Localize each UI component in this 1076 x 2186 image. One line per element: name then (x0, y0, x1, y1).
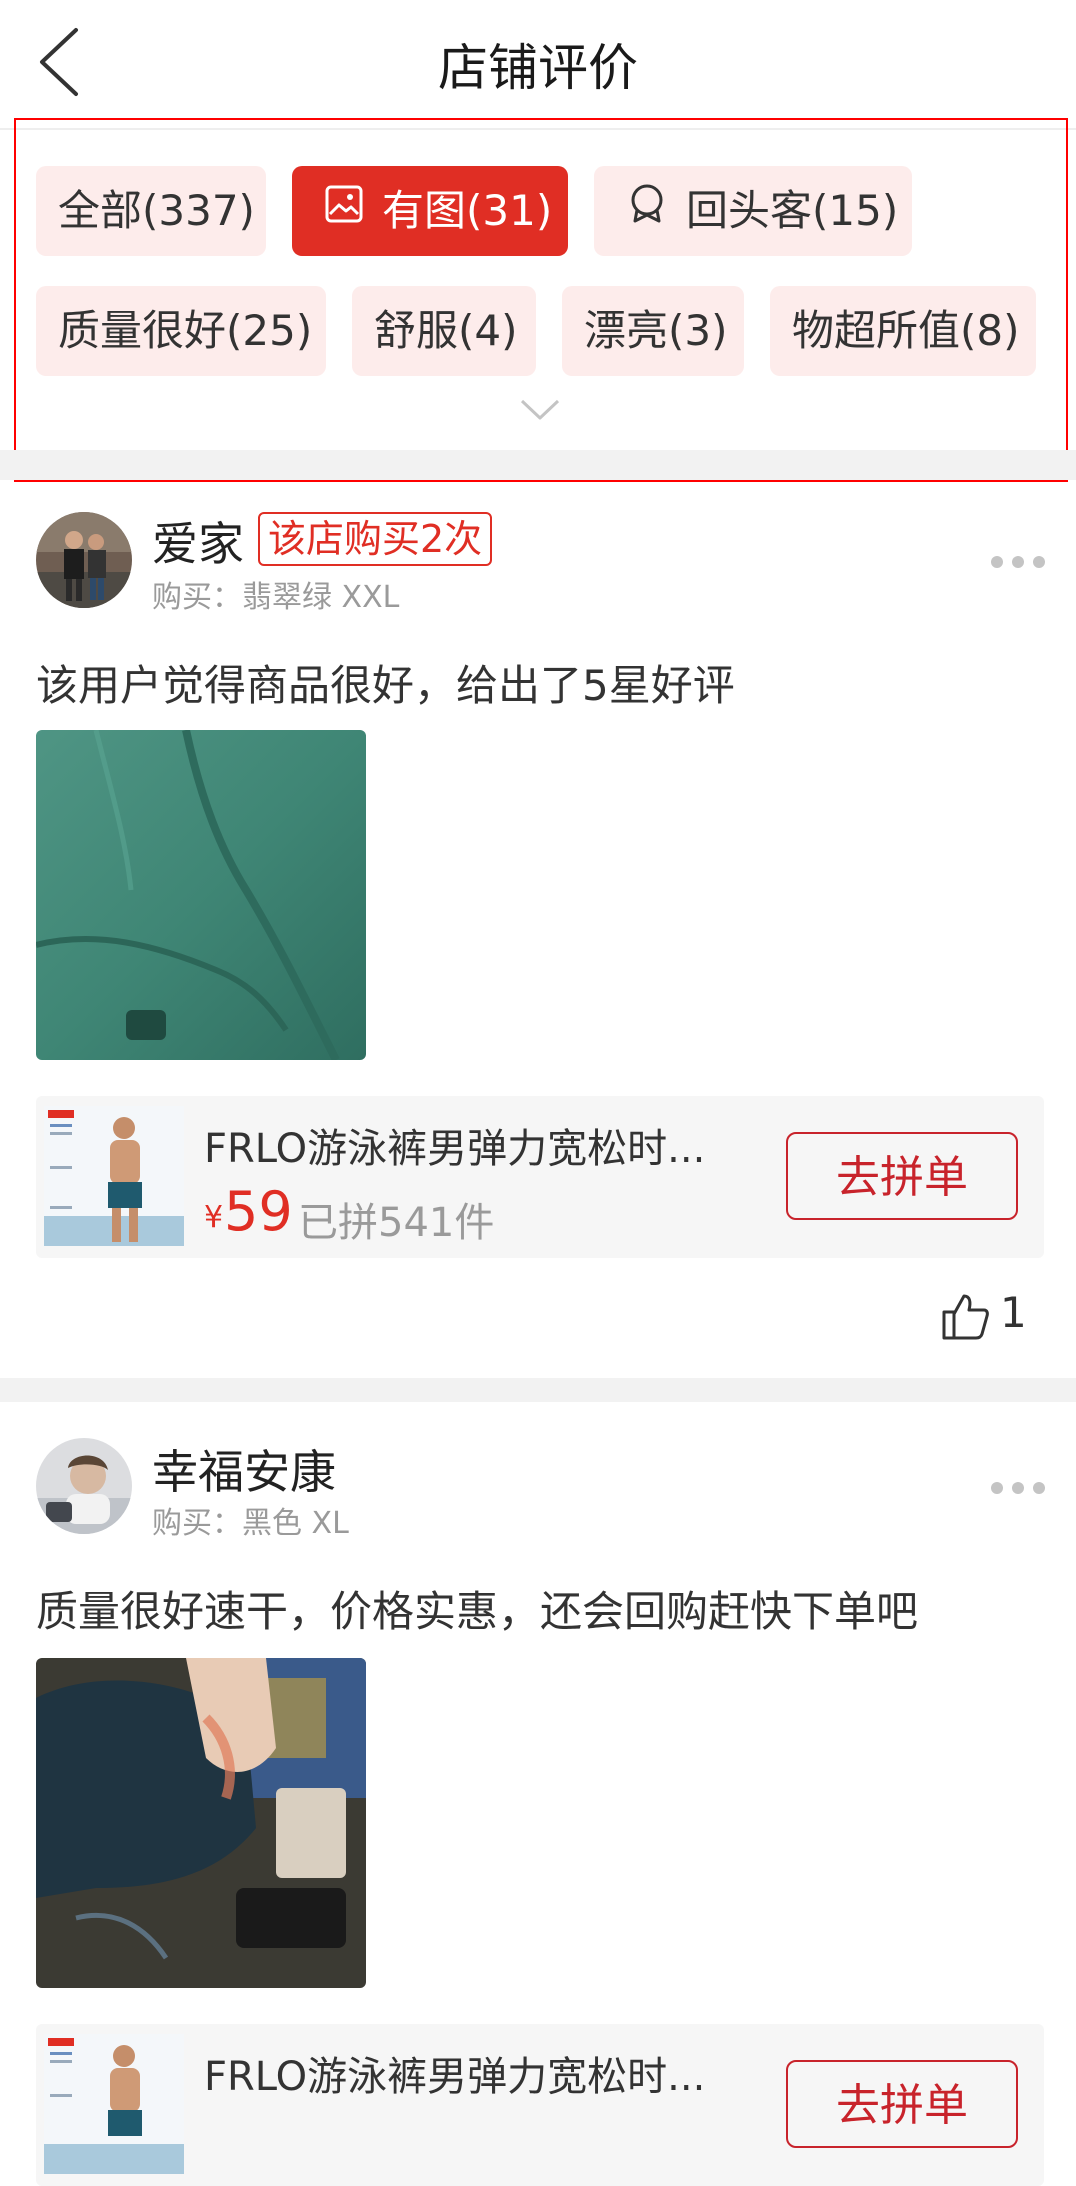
avatar[interactable] (36, 1438, 132, 1534)
username: 幸福安康 (152, 1445, 336, 1499)
review-photo[interactable] (36, 730, 366, 1060)
section-divider (0, 1378, 1076, 1402)
more-options-icon[interactable] (990, 554, 1046, 568)
product-thumbnail (44, 1106, 184, 1246)
tag-label: 有图(31) (382, 186, 553, 235)
join-group-buy-button[interactable]: 去拼单 (786, 1132, 1018, 1220)
product-name: FRLO游泳裤男弹力宽松时... (204, 1126, 706, 1172)
review-text: 质量很好速干，价格实惠，还会回购赶快下单吧 (36, 1587, 919, 1636)
product-card[interactable]: FRLO游泳裤男弹力宽松时... ¥ 59 已拼541件 去拼单 (36, 1096, 1044, 1258)
sold-count: 已拼541件 (298, 1200, 495, 1246)
purchase-spec: 购买：翡翠绿 XXL (152, 580, 400, 615)
tag-label: 物超所值(8) (792, 306, 1020, 355)
repeat-purchase-badge: 该店购买2次 (258, 512, 493, 566)
product-price: 59 (224, 1180, 293, 1243)
tag-label: 舒服(4) (374, 306, 518, 355)
purchase-spec: 购买：黑色 XL (152, 1506, 349, 1541)
like-button[interactable]: 1 (940, 1288, 1027, 1340)
tag-pretty[interactable]: 漂亮(3) (562, 286, 744, 376)
tag-with-photos[interactable]: 有图(31) (292, 166, 568, 256)
returning-customer-icon (626, 165, 668, 255)
avatar[interactable] (36, 512, 132, 608)
review-card: 幸福安康 购买：黑色 XL 质量很好速干，价格实惠，还会回购赶快下单吧 FRLO… (0, 1402, 1076, 2186)
review-text: 该用户觉得商品很好，给出了5星好评 (36, 661, 735, 710)
product-name: FRLO游泳裤男弹力宽松时... (204, 2054, 706, 2100)
tag-good-quality[interactable]: 质量很好(25) (36, 286, 326, 376)
review-card: 爱家 该店购买2次 购买：翡翠绿 XXL 该用户觉得商品很好，给出了5星好评 F… (0, 480, 1076, 1378)
more-options-icon[interactable] (990, 1480, 1046, 1494)
section-divider (0, 450, 1076, 480)
page-title: 店铺评价 (438, 39, 638, 97)
image-icon (324, 165, 364, 255)
join-group-buy-button[interactable]: 去拼单 (786, 2060, 1018, 2148)
tag-comfortable[interactable]: 舒服(4) (352, 286, 536, 376)
tag-label: 漂亮(3) (584, 306, 728, 355)
review-photo[interactable] (36, 1658, 366, 1988)
tag-returning-customer[interactable]: 回头客(15) (594, 166, 912, 256)
tag-value-for-money[interactable]: 物超所值(8) (770, 286, 1036, 376)
username: 爱家 (152, 517, 244, 571)
product-card[interactable]: FRLO游泳裤男弹力宽松时... 去拼单 (36, 2024, 1044, 2186)
like-count: 1 (1000, 1288, 1027, 1337)
header: 店铺评价 (0, 0, 1076, 128)
product-thumbnail (44, 2034, 184, 2174)
tag-all[interactable]: 全部(337) (36, 166, 266, 256)
chevron-down-icon[interactable] (520, 398, 560, 426)
tag-label: 全部(337) (58, 186, 255, 235)
thumbs-up-icon (942, 1294, 989, 1339)
price-currency: ¥ (204, 1200, 224, 1235)
tag-label: 回头客(15) (686, 186, 899, 235)
tag-label: 质量很好(25) (58, 306, 313, 355)
